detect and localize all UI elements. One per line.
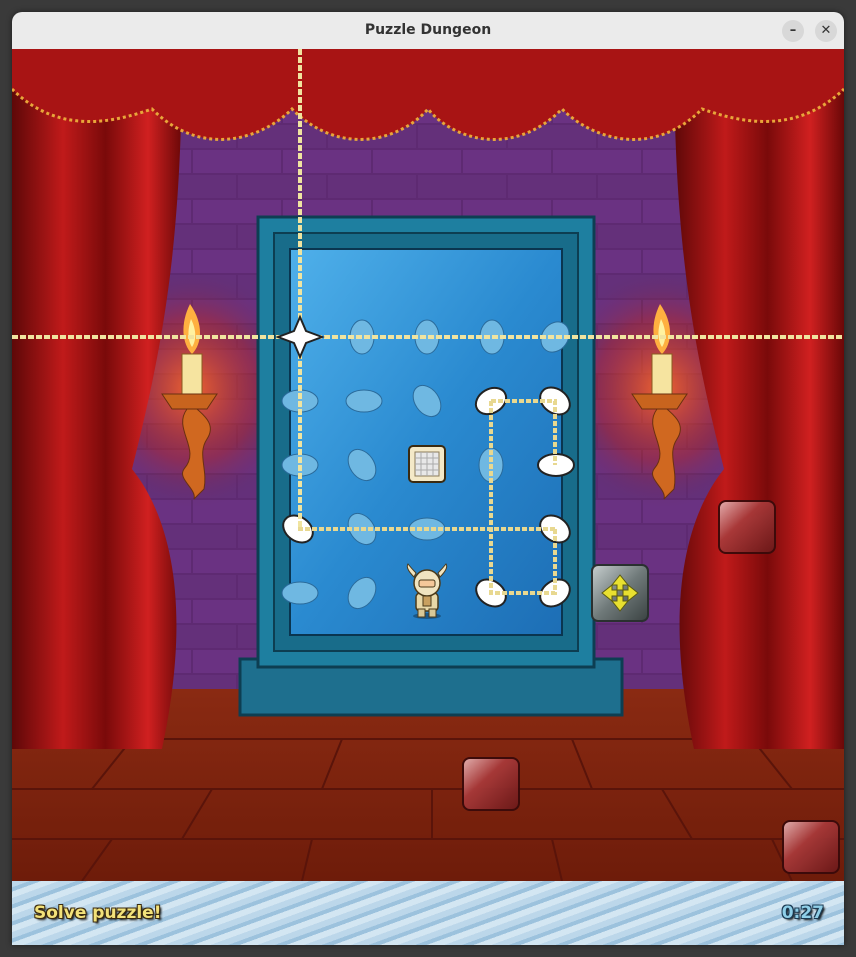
red-glass-block[interactable] (462, 757, 520, 811)
grid-node[interactable] (281, 581, 319, 605)
title-bar: Puzzle Dungeon – ✕ (12, 12, 844, 50)
grid-node[interactable] (414, 319, 440, 355)
game-scene (12, 49, 844, 881)
game-window: Puzzle Dungeon – ✕ Solve puzzle! 0:27 (12, 12, 844, 945)
grid-node[interactable] (345, 389, 383, 413)
timer: 0:27 (781, 903, 824, 923)
close-button[interactable]: ✕ (815, 20, 837, 42)
move-arrows-icon[interactable] (591, 564, 649, 622)
red-glass-block[interactable] (718, 500, 776, 554)
grate-tile-icon[interactable] (408, 445, 446, 483)
status-message: Solve puzzle! (34, 903, 162, 923)
game-stage[interactable] (12, 49, 844, 881)
status-bar: Solve puzzle! 0:27 (12, 881, 844, 945)
window-title: Puzzle Dungeon (364, 22, 492, 38)
minimize-button[interactable]: – (782, 20, 804, 42)
red-glass-block[interactable] (782, 820, 840, 874)
